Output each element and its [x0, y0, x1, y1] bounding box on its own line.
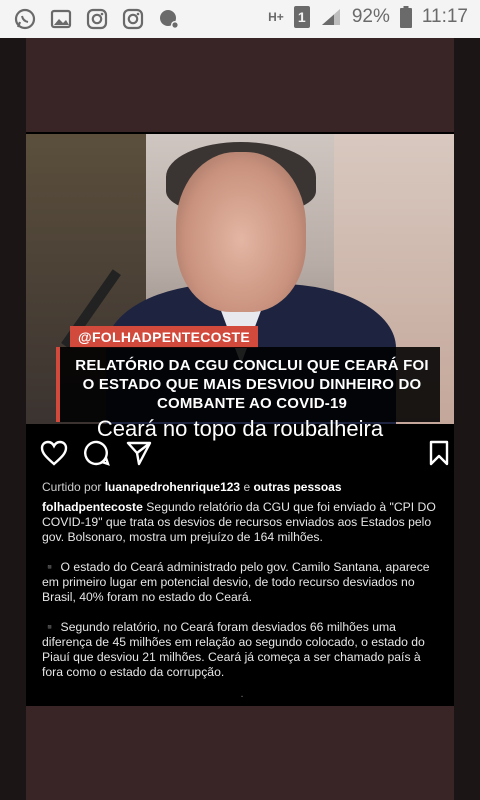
whatsapp-icon [14, 8, 36, 30]
share-icon[interactable] [126, 440, 152, 471]
comment-icon[interactable] [84, 440, 110, 471]
image-caption: Ceará no topo da roubalheira [96, 416, 384, 441]
gallery-icon [50, 8, 72, 30]
caption-paragraph-2: ▪️ O estado do Ceará administrado pelo g… [42, 560, 430, 604]
signal-bars-icon [320, 7, 342, 27]
likes-prefix: Curtido por [42, 480, 102, 494]
likes-others[interactable]: outras pessoas [253, 480, 341, 494]
left-edge [0, 38, 26, 800]
right-edge [454, 38, 480, 800]
likes-mid: e [243, 480, 251, 494]
caption-paragraph-1: folhadpentecoste Segundo relatório da CG… [42, 500, 442, 545]
post-actions [26, 440, 454, 472]
post-caption: folhadpentecoste Segundo relatório da CG… [42, 500, 442, 702]
likes-line: Curtido por luanapedrohenrique123 e outr… [42, 480, 342, 494]
caption-paragraph-3: ▪️ Segundo relatório, no Ceará foram des… [42, 620, 425, 679]
headline: RELATÓRIO DA CGU CONCLUI QUE CEARÁ FOI O… [75, 357, 429, 412]
separator-dot: . [240, 688, 244, 700]
app-icon [158, 8, 180, 30]
bookmark-icon[interactable] [428, 440, 450, 471]
sim-icon: 1 [293, 6, 310, 28]
status-bar: H+ 1 92% 11:17 [0, 0, 480, 38]
source-tag: @FOLHADPENTECOSTE [70, 326, 258, 348]
headline-box: RELATÓRIO DA CGU CONCLUI QUE CEARÁ FOI O… [56, 347, 440, 422]
instagram-icon-2 [122, 8, 144, 30]
photo-face [176, 152, 306, 312]
battery-percent: 92% [351, 6, 390, 27]
likes-user[interactable]: luanapedrohenrique123 [105, 480, 240, 494]
author-username[interactable]: folhadpentecoste [42, 500, 143, 514]
instagram-icon [86, 8, 108, 30]
heart-icon[interactable] [40, 440, 68, 471]
battery-icon [399, 6, 412, 28]
signal-hplus-icon: H+ [268, 10, 284, 24]
clock: 11:17 [421, 6, 468, 27]
